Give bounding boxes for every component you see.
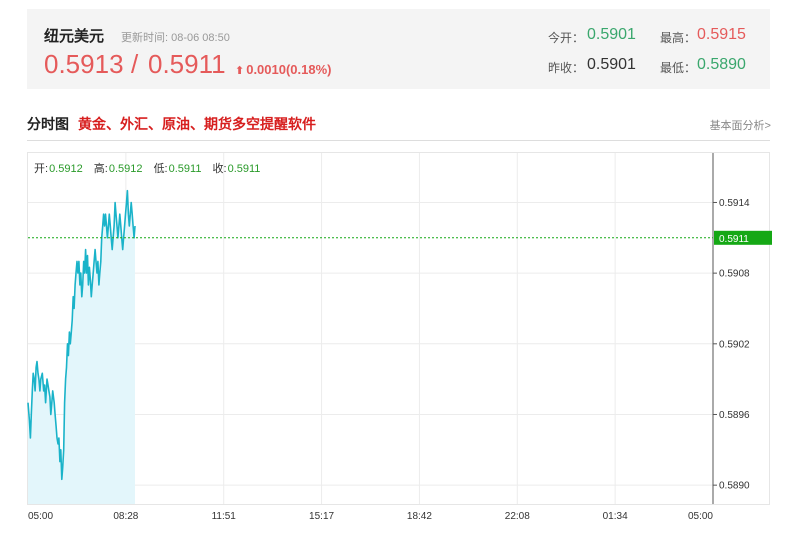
ohlc-close-value: 0.5911 — [227, 163, 261, 175]
x-tick-label: 01:34 — [603, 511, 628, 522]
ohlc-high-label: 高: — [93, 163, 108, 175]
x-tick-label: 11:51 — [212, 511, 237, 522]
y-tick-label: 0.5902 — [719, 339, 750, 350]
ohlc-readout: 开:0.5912 高:0.5912 低:0.5911 收:0.5911 — [34, 160, 268, 176]
y-tick-label: 0.5896 — [719, 410, 750, 421]
ohlc-high-value: 0.5912 — [108, 163, 143, 175]
current-price-label: 0.5911 — [719, 234, 749, 245]
ohlc-close-label: 收: — [212, 163, 227, 175]
y-tick-label: 0.5890 — [719, 481, 750, 492]
ohlc-open-value: 0.5912 — [49, 163, 83, 175]
x-tick-label: 05:00 — [28, 511, 53, 522]
x-tick-label: 08:28 — [113, 511, 138, 522]
x-tick-label: 22:08 — [505, 511, 530, 522]
intraday-chart: 05:00 08:28 11:51 15:17 18:42 22:08 01:34 05:00… — [27, 153, 772, 522]
x-tick-label: 05:00 — [688, 511, 713, 522]
x-tick-label: 15:17 — [309, 511, 334, 522]
ohlc-open-label: 开: — [34, 163, 49, 175]
ohlc-low-label: 低: — [153, 163, 168, 175]
ohlc-low-value: 0.5911 — [168, 163, 202, 175]
x-tick-label: 18:42 — [407, 511, 432, 522]
y-tick-label: 0.5914 — [719, 198, 750, 209]
y-tick-label: 0.5908 — [719, 269, 750, 280]
